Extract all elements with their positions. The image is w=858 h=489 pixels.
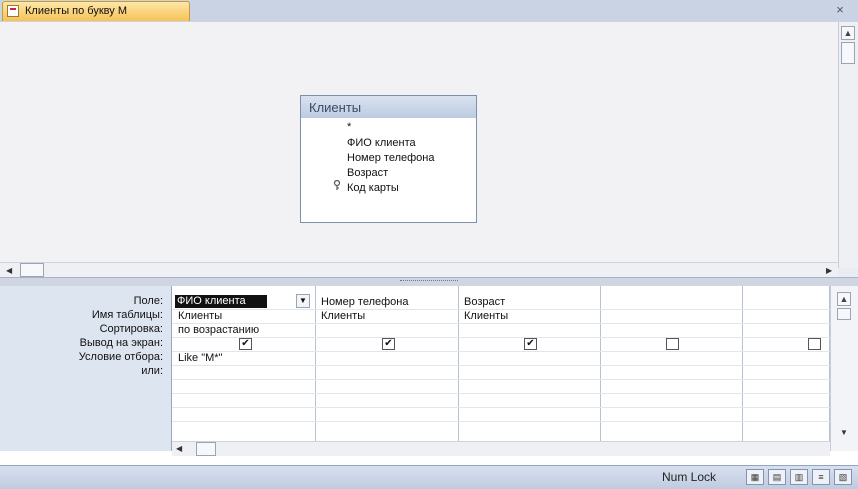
grid-row-line — [172, 323, 830, 324]
chevron-down-icon[interactable]: ▼ — [296, 294, 310, 308]
grid-row-line — [172, 421, 830, 422]
num-lock-indicator: Num Lock — [662, 470, 717, 484]
table-cell[interactable]: Клиенты — [178, 310, 222, 322]
scroll-thumb[interactable] — [841, 42, 855, 64]
table-box-title: Клиенты — [309, 100, 362, 115]
sql-view-icon[interactable]: ≡ — [812, 469, 830, 485]
label-sort: Сортировка: — [99, 323, 163, 335]
query-icon — [7, 5, 19, 17]
grid-row-line — [172, 407, 830, 408]
design-view-icon[interactable]: ▧ — [834, 469, 852, 485]
scroll-thumb[interactable] — [20, 263, 44, 277]
scroll-right-icon[interactable]: ▶ — [826, 266, 832, 275]
datasheet-view-icon[interactable]: ▦ — [746, 469, 764, 485]
scroll-thumb[interactable] — [837, 308, 851, 320]
criteria-cell[interactable]: Like "M*" — [178, 352, 223, 364]
field-age[interactable]: Возраст — [347, 167, 388, 179]
field-cell[interactable]: Возраст — [464, 296, 505, 308]
table-box-header[interactable]: Клиенты — [301, 96, 476, 118]
sort-cell[interactable]: по возрастанию — [178, 324, 259, 336]
scroll-down-icon[interactable]: ▼ — [840, 428, 848, 437]
grid-vertical-scrollbar[interactable]: ▲ ▼ — [830, 286, 858, 451]
scroll-up-icon[interactable]: ▲ — [841, 26, 855, 40]
grid-column-4[interactable] — [601, 286, 743, 451]
table-cell[interactable]: Клиенты — [321, 310, 365, 322]
field-all[interactable]: * — [347, 121, 351, 133]
show-checkbox[interactable] — [666, 338, 679, 350]
table-cell[interactable]: Клиенты — [464, 310, 508, 322]
show-checkbox[interactable]: ✔ — [382, 338, 395, 350]
label-show: Вывод на экран: — [79, 337, 163, 349]
close-button[interactable]: × — [832, 2, 848, 18]
grid-row-line — [172, 351, 830, 352]
field-phone[interactable]: Номер телефона — [347, 152, 434, 164]
grid-row-line — [172, 365, 830, 366]
show-checkbox[interactable]: ✔ — [524, 338, 537, 350]
table-pane-vertical-scrollbar[interactable]: ▲ — [838, 22, 858, 268]
label-or: или: — [141, 365, 163, 377]
grid-row-line — [172, 393, 830, 394]
label-criteria: Условие отбора: — [78, 351, 163, 363]
pivot-chart-view-icon[interactable]: ▥ — [790, 469, 808, 485]
field-client-name[interactable]: ФИО клиента — [347, 137, 416, 149]
grid-horizontal-scrollbar[interactable]: ◀ — [172, 441, 830, 456]
label-field: Поле: — [133, 295, 163, 307]
table-box-clients[interactable]: Клиенты * ФИО клиента Номер телефона Воз… — [300, 95, 477, 223]
pivot-table-view-icon[interactable]: ▤ — [768, 469, 786, 485]
key-icon — [332, 179, 342, 193]
scroll-thumb[interactable] — [196, 442, 216, 456]
show-checkbox[interactable]: ✔ — [239, 338, 252, 350]
grid-row-line — [172, 337, 830, 338]
field-cell-selected[interactable]: ФИО клиента — [175, 295, 267, 308]
scroll-left-icon[interactable]: ◀ — [176, 444, 182, 453]
show-checkbox[interactable] — [808, 338, 821, 350]
scroll-up-icon[interactable]: ▲ — [837, 292, 851, 306]
status-bar: Num Lock ▦ ▤ ▥ ≡ ▧ — [0, 465, 858, 489]
scroll-left-icon[interactable]: ◀ — [6, 266, 12, 275]
tab-title: Клиенты по букву М — [25, 5, 127, 17]
field-cell[interactable]: Номер телефона — [321, 296, 408, 308]
document-tab[interactable]: Клиенты по букву М — [2, 1, 190, 21]
label-table-name: Имя таблицы: — [91, 309, 163, 321]
table-pane-horizontal-scrollbar[interactable]: ◀ ▶ — [0, 262, 838, 277]
field-card-code[interactable]: Код карты — [347, 182, 399, 194]
grid-column-5[interactable] — [743, 286, 830, 451]
grid-row-line — [172, 379, 830, 380]
grid-row-labels: Поле: Имя таблицы: Сортировка: Вывод на … — [0, 286, 172, 451]
splitter-grip[interactable] — [400, 280, 458, 284]
